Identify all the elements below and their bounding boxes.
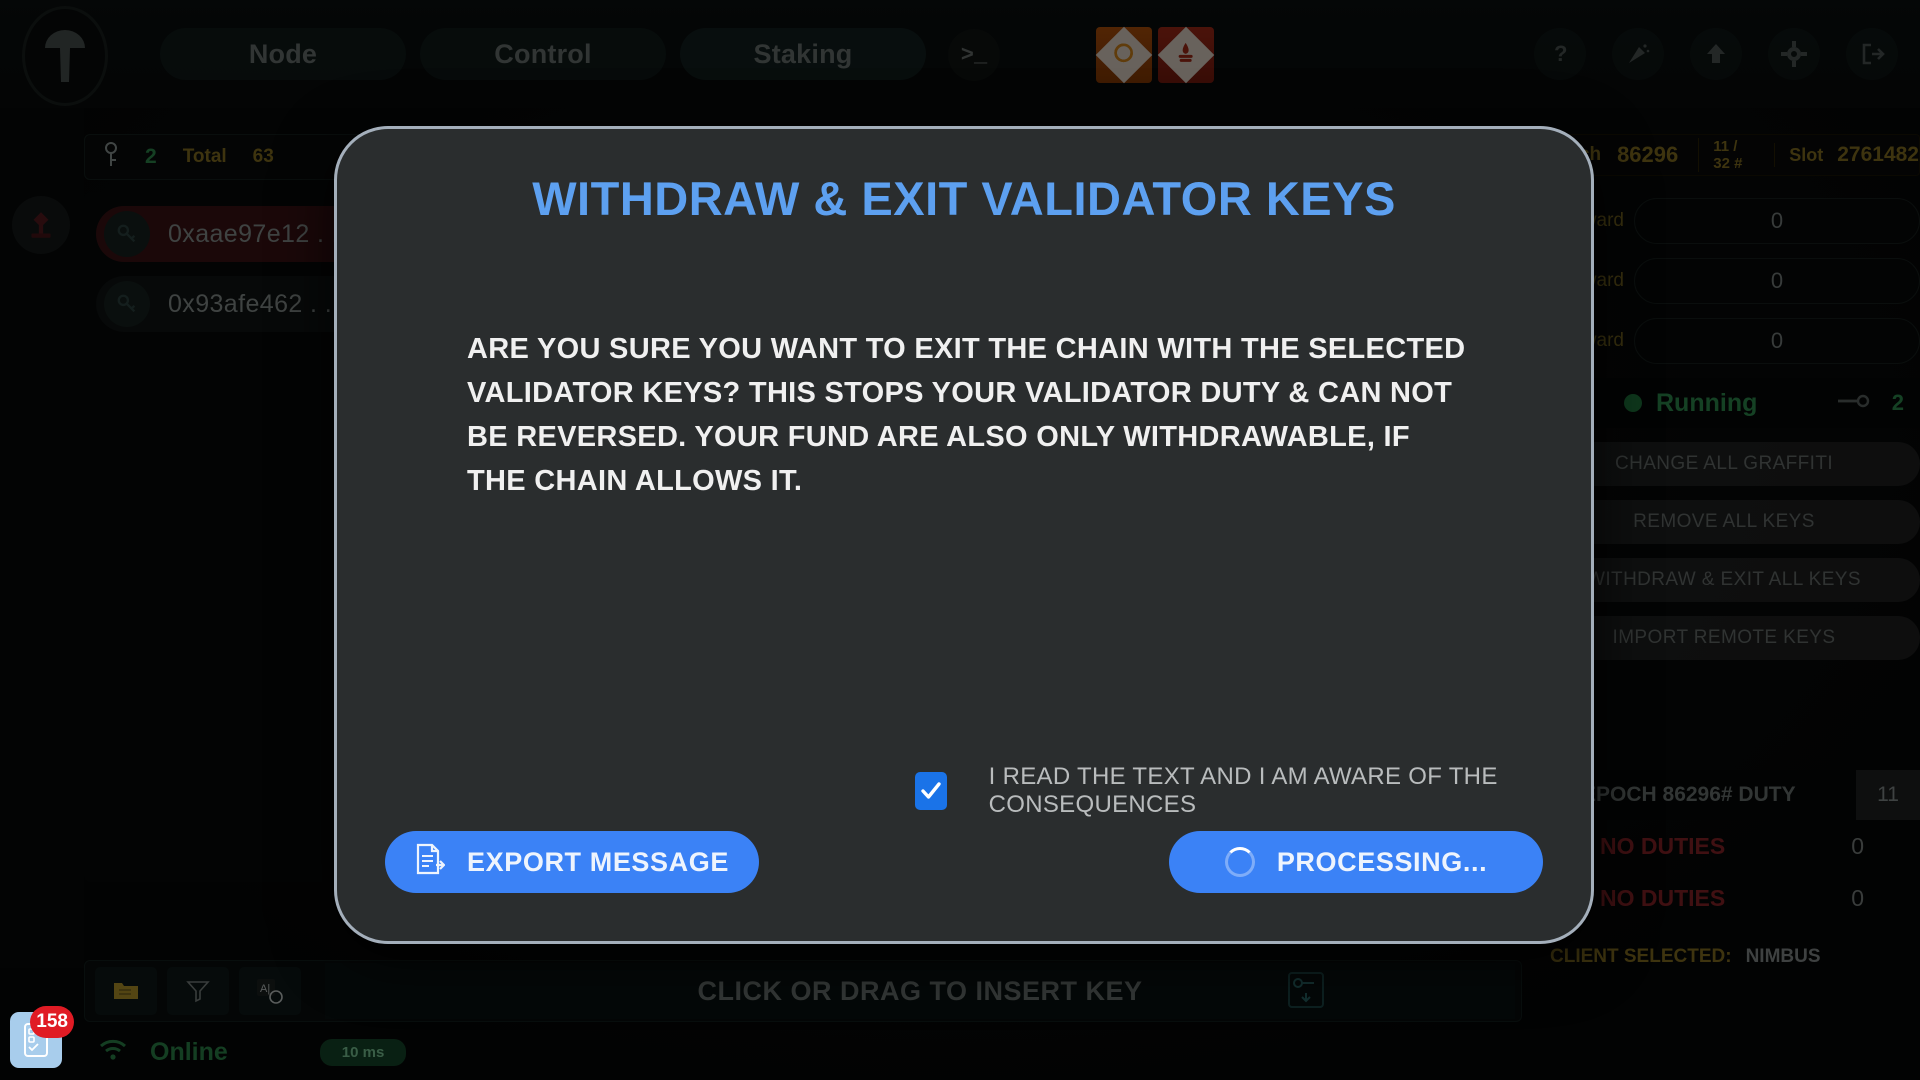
consent-label: I READ THE TEXT AND I AM AWARE OF THE CO… xyxy=(988,763,1498,818)
consent-row[interactable]: I READ THE TEXT AND I AM AWARE OF THE CO… xyxy=(915,763,1591,819)
export-document-icon xyxy=(415,843,446,882)
consent-checkbox[interactable] xyxy=(915,772,947,810)
export-message-label: EXPORT MESSAGE xyxy=(467,846,729,877)
processing-button[interactable]: PROCESSING... xyxy=(1169,831,1543,893)
notification-badge: 158 xyxy=(30,1006,74,1038)
dialog-title: WITHDRAW & EXIT VALIDATOR KEYS xyxy=(532,172,1396,225)
app-root: 2 Total 63 0xaae97e12 . . . 0x93afe462 .… xyxy=(0,0,1920,1080)
taskbar-app-icon[interactable]: 158 xyxy=(10,1006,74,1070)
dialog-footer: EXPORT MESSAGE PROCESSING... xyxy=(385,831,1543,893)
checkmark-icon xyxy=(921,782,941,799)
export-message-button[interactable]: EXPORT MESSAGE xyxy=(385,831,759,893)
processing-label: PROCESSING... xyxy=(1276,846,1488,877)
dialog-body-text: ARE YOU SURE YOU WANT TO EXIT THE CHAIN … xyxy=(467,333,1466,497)
withdraw-exit-dialog: WITHDRAW & EXIT VALIDATOR KEYS ARE YOU S… xyxy=(334,126,1594,944)
loading-spinner-icon xyxy=(1224,847,1255,877)
